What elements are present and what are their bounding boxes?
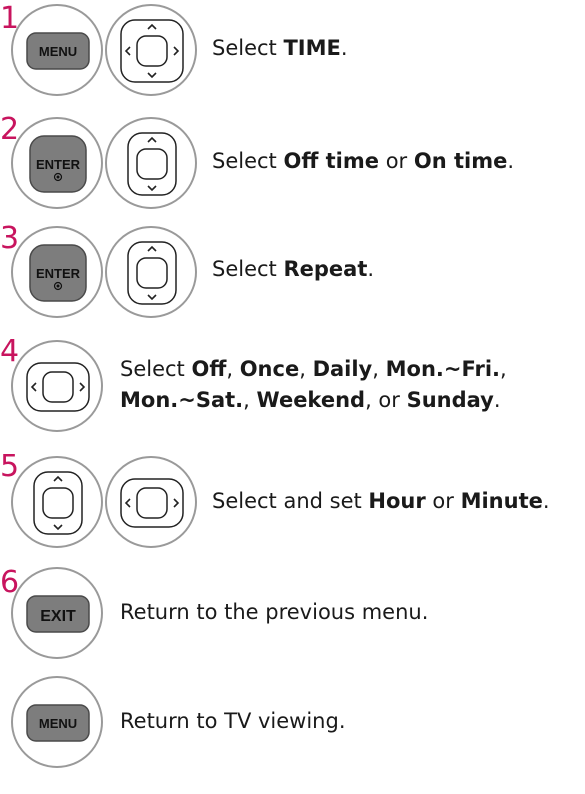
instruction-text: Select [212, 257, 284, 281]
instruction-text: Return to the previous menu. [120, 600, 429, 624]
emphasized-term: Sunday [406, 388, 494, 412]
emphasized-term: Daily [312, 357, 373, 381]
exit-key-label: EXIT [40, 608, 76, 625]
emphasized-term: TIME [283, 36, 341, 60]
instruction-text: , [500, 357, 507, 381]
instruction-text: Select [212, 36, 284, 60]
nav-updown-circle[interactable] [11, 456, 103, 548]
enter-key-label: ENTER [36, 266, 81, 281]
emphasized-term: Mon.~Sat. [120, 388, 244, 412]
nav-updown-circle[interactable] [105, 226, 197, 318]
menu-button-circle[interactable]: MENU [11, 676, 103, 768]
menu-key-label: MENU [39, 44, 77, 59]
menu-key-label: MENU [39, 716, 77, 731]
instruction-text: , [243, 388, 257, 412]
instruction-text: . [367, 257, 375, 281]
step-5-instruction: Select and set Hour or Minute. [212, 486, 550, 516]
emphasized-term: On time [413, 149, 508, 173]
instruction-text: , [299, 357, 313, 381]
instruction-text: Select [120, 357, 192, 381]
enter-button-circle[interactable]: ENTER [11, 117, 103, 209]
instruction-text: . [542, 489, 550, 513]
instruction-text: , [226, 357, 240, 381]
emphasized-term: Off [191, 357, 227, 381]
instruction-text: Return to TV viewing. [120, 709, 346, 733]
emphasized-term: Repeat [283, 257, 368, 281]
emphasized-term: Hour [368, 489, 426, 513]
instruction-text: Select and set [212, 489, 369, 513]
nav-updown-circle[interactable] [105, 117, 197, 209]
emphasized-term: Minute [460, 489, 543, 513]
instruction-text: , or [365, 388, 407, 412]
final-instruction: Return to TV viewing. [120, 706, 346, 736]
step-1-instruction: Select TIME. [212, 33, 348, 63]
instruction-text: Select [212, 149, 284, 173]
instruction-text: or [425, 489, 461, 513]
enter-key-label: ENTER [36, 157, 81, 172]
step-4-instruction-line-2: Mon.~Sat., Weekend, or Sunday. [120, 385, 501, 415]
exit-button-circle[interactable]: EXIT [11, 567, 103, 659]
emphasized-term: Off time [283, 149, 380, 173]
step-6-instruction: Return to the previous menu. [120, 597, 428, 627]
step-4-instruction-line-1: Select Off, Once, Daily, Mon.~Fri., [120, 354, 507, 384]
instruction-text: , [372, 357, 386, 381]
nav-leftright-circle[interactable] [11, 340, 103, 432]
nav-leftright-circle[interactable] [105, 456, 197, 548]
instruction-text: . [507, 149, 515, 173]
emphasized-term: Once [239, 357, 300, 381]
step-3-instruction: Select Repeat. [212, 254, 374, 284]
nav-4way-circle[interactable] [105, 4, 197, 96]
emphasized-term: Mon.~Fri. [385, 357, 501, 381]
menu-button-circle[interactable]: MENU [11, 4, 103, 96]
instruction-text: or [379, 149, 414, 173]
instruction-text: . [340, 36, 348, 60]
emphasized-term: Weekend [256, 388, 366, 412]
instruction-text: . [493, 388, 501, 412]
enter-button-circle[interactable]: ENTER [11, 226, 103, 318]
step-2-instruction: Select Off time or On time. [212, 146, 514, 176]
